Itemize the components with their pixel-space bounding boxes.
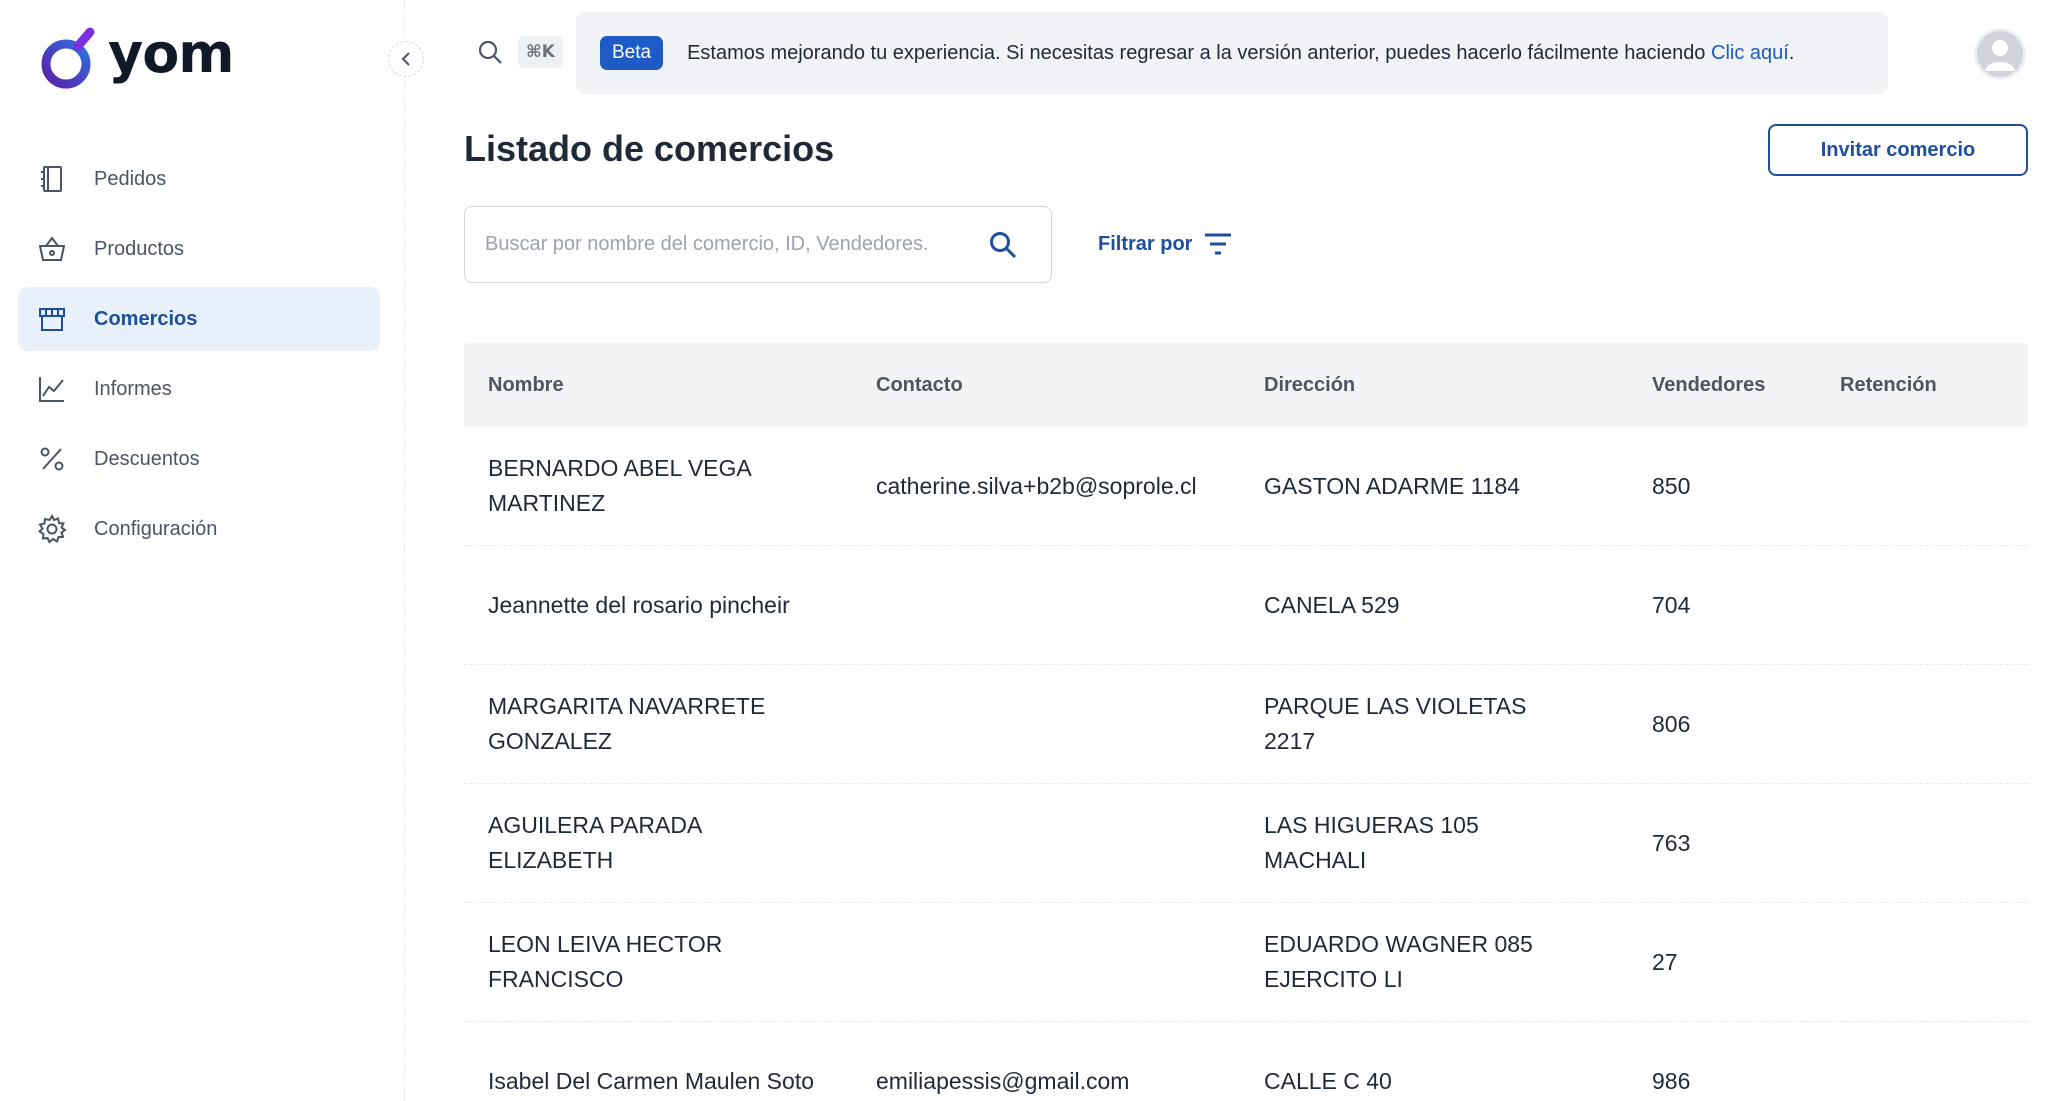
store-icon — [36, 303, 68, 335]
cell-direccion: EDUARDO WAGNER 085 EJERCITO LI — [1264, 931, 1533, 992]
banner-link[interactable]: Clic aquí — [1711, 42, 1789, 64]
notebook-icon — [36, 163, 68, 195]
table-row[interactable]: MARGARITA NAVARRETE GONZALEZ PARQUE LAS … — [464, 665, 2028, 784]
cell-contacto: catherine.silva+b2b@soprole.cl — [876, 472, 1197, 499]
beta-banner: Beta Estamos mejorando tu experiencia. S… — [576, 12, 1888, 94]
sidebar-item-label: Descuentos — [94, 447, 200, 470]
percent-icon — [36, 443, 68, 475]
cell-vendedores: 763 — [1652, 829, 1691, 856]
table-row[interactable]: BERNARDO ABEL VEGA MARTINEZ catherine.si… — [464, 427, 2028, 546]
cell-vendedores: 27 — [1652, 948, 1678, 975]
column-header-contacto[interactable]: Contacto — [876, 374, 1206, 397]
user-icon — [1985, 40, 2015, 71]
logo-text: yom — [108, 22, 235, 85]
search-input[interactable] — [485, 233, 965, 256]
logo[interactable]: yom — [38, 22, 235, 90]
basket-icon — [36, 233, 68, 265]
cell-nombre: AGUILERA PARADA ELIZABETH — [488, 812, 702, 873]
collapse-sidebar-button[interactable] — [388, 41, 424, 77]
sidebar-item-label: Comercios — [94, 307, 198, 330]
sidebar-item-descuentos[interactable]: Descuentos — [18, 427, 380, 491]
cell-vendedores: 704 — [1652, 591, 1691, 618]
chart-line-icon — [36, 373, 68, 405]
cell-nombre: BERNARDO ABEL VEGA MARTINEZ — [488, 455, 751, 516]
sidebar-item-comercios[interactable]: Comercios — [18, 287, 380, 351]
column-header-retencion[interactable]: Retención — [1840, 374, 2000, 397]
cell-direccion: CALLE C 40 — [1264, 1067, 1392, 1094]
sidebar-item-configuracion[interactable]: Configuración — [18, 497, 380, 561]
cell-direccion: PARQUE LAS VIOLETAS 2217 — [1264, 693, 1527, 754]
cell-vendedores: 986 — [1652, 1067, 1691, 1094]
cell-direccion: LAS HIGUERAS 105 MACHALI — [1264, 812, 1479, 873]
filter-button[interactable]: Filtrar por — [1098, 230, 1234, 258]
table-row[interactable]: Jeannette del rosario pincheir CANELA 52… — [464, 546, 2028, 665]
cell-nombre: Jeannette del rosario pincheir — [488, 591, 790, 618]
sidebar-item-label: Configuración — [94, 517, 218, 540]
table-row[interactable]: AGUILERA PARADA ELIZABETH LAS HIGUERAS 1… — [464, 784, 2028, 903]
avatar[interactable] — [1974, 28, 2026, 80]
cell-direccion: CANELA 529 — [1264, 591, 1400, 618]
store-search — [464, 206, 1052, 283]
stores-table: Nombre Contacto Dirección Vendedores Ret… — [464, 343, 2028, 1101]
search-icon — [478, 40, 502, 64]
column-header-direccion[interactable]: Dirección — [1264, 374, 1564, 397]
sidebar-item-productos[interactable]: Productos — [18, 217, 380, 281]
search-submit-button[interactable] — [987, 229, 1019, 266]
filter-label: Filtrar por — [1098, 232, 1193, 255]
beta-badge: Beta — [600, 36, 664, 70]
table-header: Nombre Contacto Dirección Vendedores Ret… — [464, 343, 2028, 427]
banner-message: Estamos mejorando tu experiencia. Si nec… — [687, 41, 1711, 64]
table-row[interactable]: Isabel Del Carmen Maulen Soto emiliapess… — [464, 1022, 2028, 1101]
cell-direccion: GASTON ADARME 1184 — [1264, 472, 1521, 499]
page-title: Listado de comercios — [464, 128, 835, 169]
filter-lines-icon — [1205, 233, 1232, 255]
cell-nombre: Isabel Del Carmen Maulen Soto — [488, 1067, 814, 1094]
cell-vendedores: 850 — [1652, 472, 1691, 499]
shortcut-hint: ⌘K — [518, 36, 563, 68]
banner-text: Estamos mejorando tu experiencia. Si nec… — [687, 42, 1794, 65]
sidebar-item-pedidos[interactable]: Pedidos — [18, 147, 380, 211]
sidebar-item-label: Pedidos — [94, 167, 167, 190]
yom-logo-icon — [41, 27, 95, 89]
table-row[interactable]: LEON LEIVA HECTOR FRANCISCO EDUARDO WAGN… — [464, 903, 2028, 1022]
sidebar-item-label: Productos — [94, 237, 185, 260]
column-header-vendedores[interactable]: Vendedores — [1652, 374, 1792, 397]
cell-nombre: LEON LEIVA HECTOR FRANCISCO — [488, 931, 723, 992]
sidebar-item-label: Informes — [94, 377, 172, 400]
global-search-button[interactable] — [476, 38, 504, 71]
gear-icon — [36, 513, 68, 545]
cell-contacto: emiliapessis@gmail.com — [876, 1067, 1130, 1094]
sidebar-item-informes[interactable]: Informes — [18, 357, 380, 421]
search-icon — [990, 232, 1017, 259]
cell-vendedores: 806 — [1652, 710, 1691, 737]
sidebar: yom Pedidos Productos Comercios Informes — [0, 0, 405, 1101]
column-header-nombre[interactable]: Nombre — [488, 374, 828, 397]
cell-nombre: MARGARITA NAVARRETE GONZALEZ — [488, 693, 766, 754]
invite-store-button[interactable]: Invitar comercio — [1768, 124, 2028, 176]
banner-suffix: . — [1788, 41, 1795, 64]
sidebar-nav: Pedidos Productos Comercios Informes Des… — [18, 147, 380, 567]
chevron-left-icon — [401, 52, 410, 66]
